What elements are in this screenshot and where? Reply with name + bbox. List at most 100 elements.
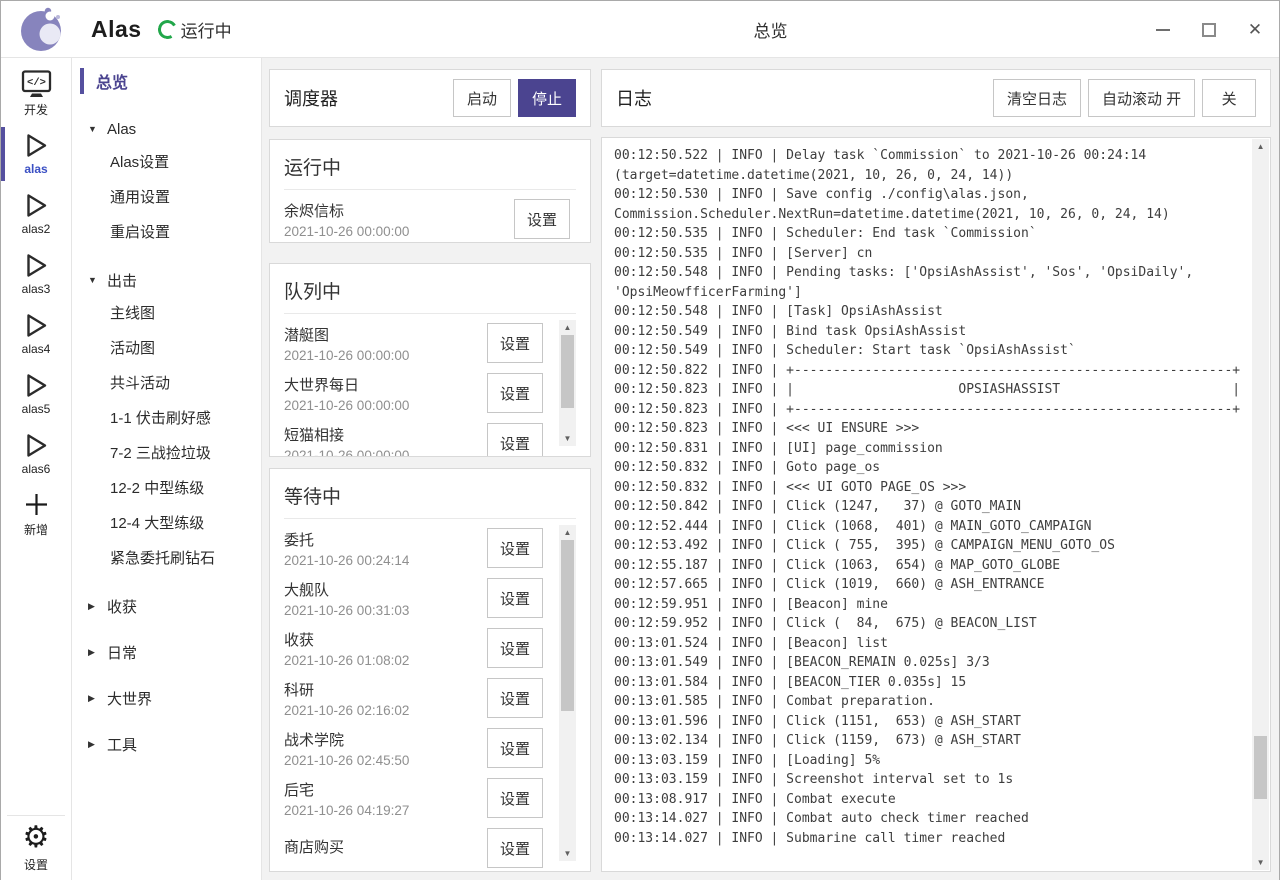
menu-item-7[interactable]: 活动图 [72, 330, 261, 365]
start-button[interactable]: 启动 [453, 79, 511, 117]
waiting-scrollbar[interactable]: ▲ ▼ [559, 525, 576, 861]
scheduler-title: 调度器 [284, 85, 453, 111]
scrollbar-thumb[interactable] [561, 335, 574, 408]
play-icon [24, 252, 49, 279]
task-row: 后宅2021-10-26 04:19:27设置 [284, 773, 543, 823]
scheduler-column: 调度器 启动 停止 运行中 余烬信标2021-10-26 00:00:00设置 … [269, 69, 591, 872]
task-row: 大舰队2021-10-26 00:31:03设置 [284, 573, 543, 623]
clear-log-button[interactable]: 清空日志 [993, 79, 1081, 117]
play-icon [24, 372, 49, 399]
instance-label: alas6 [22, 462, 51, 476]
task-setting-button[interactable]: 设置 [487, 778, 543, 818]
task-name: 科研 [284, 679, 487, 700]
menu-item-9[interactable]: 1-1 伏击刷好感 [72, 400, 261, 435]
menu-item-15[interactable]: ▶日常 [72, 637, 261, 667]
task-setting-button[interactable]: 设置 [487, 628, 543, 668]
instance-list: </> 开发 alas alas2 alas3alas4alas5 alas6 新增 [1, 64, 71, 544]
scroll-down-icon[interactable]: ▼ [559, 846, 576, 861]
menu-item-14[interactable]: ▶收获 [72, 591, 261, 621]
task-next-run-time: 2021-10-26 00:24:14 [284, 553, 487, 568]
menu-item-1[interactable]: ▼Alas [72, 114, 261, 144]
scroll-down-icon[interactable]: ▼ [1252, 855, 1269, 870]
autoscroll-on-button[interactable]: 自动滚动 开 [1088, 79, 1195, 117]
instance-item-2[interactable]: alas2 [1, 184, 71, 244]
instance-item-3[interactable]: alas3 [1, 244, 71, 304]
task-setting-button[interactable]: 设置 [514, 199, 570, 239]
task-setting-button[interactable]: 设置 [487, 828, 543, 868]
task-next-run-time: 2021-10-26 04:19:27 [284, 803, 487, 818]
instance-item-0[interactable]: </> 开发 [1, 64, 71, 124]
instance-item-6[interactable]: alas6 [1, 424, 71, 484]
menu-item-label: 12-4 大型练级 [110, 512, 204, 533]
task-name: 大舰队 [284, 579, 487, 600]
menu-item-label: 通用设置 [110, 186, 170, 207]
autoscroll-off-button[interactable]: 关 [1202, 79, 1256, 117]
menu-item-label: 7-2 三战捡垃圾 [110, 442, 211, 463]
pending-task-list: 潜艇图2021-10-26 00:00:00设置大世界每日2021-10-26 … [284, 318, 553, 456]
scrollbar-thumb[interactable] [561, 540, 574, 711]
waiting-card: 等待中 委托2021-10-26 00:24:14设置大舰队2021-10-26… [269, 468, 591, 872]
menu-item-2[interactable]: Alas设置 [72, 144, 261, 179]
instance-label: alas2 [22, 222, 51, 236]
task-setting-button[interactable]: 设置 [487, 528, 543, 568]
task-next-run-time: 2021-10-26 00:00:00 [284, 348, 487, 363]
task-name: 收获 [284, 629, 487, 650]
task-name: 潜艇图 [284, 324, 487, 345]
log-viewport[interactable]: 00:12:50.522 | INFO | Delay task `Commis… [601, 137, 1271, 872]
stop-button[interactable]: 停止 [518, 79, 576, 117]
scroll-up-icon[interactable]: ▲ [559, 320, 576, 335]
menu-item-label: 主线图 [110, 302, 155, 323]
settings-button[interactable]: ⚙ 设置 [1, 816, 71, 880]
task-setting-button[interactable]: 设置 [487, 423, 543, 456]
chevron-collapsed-icon: ▶ [88, 647, 98, 658]
menu-item-17[interactable]: ▶工具 [72, 729, 261, 759]
menu-item-label: 重启设置 [110, 221, 170, 242]
task-setting-button[interactable]: 设置 [487, 578, 543, 618]
instance-item-7[interactable]: 新增 [1, 484, 71, 544]
app-header: Alas 运行中 总览 ✕ [1, 1, 1279, 58]
running-spinner-icon [155, 17, 178, 40]
chevron-expanded-icon: ▼ [88, 275, 98, 285]
menu-item-6[interactable]: 主线图 [72, 295, 261, 330]
task-next-run-time: 2021-10-26 00:00:00 [284, 224, 514, 239]
menu-item-label: 出击 [107, 270, 137, 291]
task-setting-button[interactable]: 设置 [487, 728, 543, 768]
instance-item-5[interactable]: alas5 [1, 364, 71, 424]
task-row: 商店购买设置 [284, 823, 543, 871]
task-row: 余烬信标2021-10-26 00:00:00设置 [284, 194, 570, 242]
menu-item-10[interactable]: 7-2 三战捡垃圾 [72, 435, 261, 470]
gear-icon: ⚙ [23, 823, 50, 853]
scrollbar-thumb[interactable] [1254, 736, 1267, 799]
instance-item-1[interactable]: alas [1, 124, 71, 184]
task-setting-button[interactable]: 设置 [487, 678, 543, 718]
menu-item-11[interactable]: 12-2 中型练级 [72, 470, 261, 505]
play-icon [24, 192, 49, 219]
log-text: 00:12:50.522 | INFO | Delay task `Commis… [602, 138, 1270, 871]
close-button[interactable]: ✕ [1245, 20, 1265, 40]
task-setting-button[interactable]: 设置 [487, 323, 543, 363]
menu-sidebar: 总览 ▼AlasAlas设置通用设置重启设置 ▼ 出击主线图活动图共斗活动1-1 伏击… [72, 58, 262, 880]
instance-item-4[interactable]: alas4 [1, 304, 71, 364]
pending-card-title: 队列中 [270, 264, 590, 313]
settings-label: 设置 [24, 856, 48, 873]
scroll-down-icon[interactable]: ▼ [559, 431, 576, 446]
svg-text:</>: </> [27, 77, 46, 89]
waiting-task-list: 委托2021-10-26 00:24:14设置大舰队2021-10-26 00:… [284, 523, 553, 871]
pending-scrollbar[interactable]: ▲ ▼ [559, 320, 576, 446]
menu-item-8[interactable]: 共斗活动 [72, 365, 261, 400]
menu-item-0[interactable]: 总览 [72, 64, 261, 98]
menu-item-16[interactable]: ▶大世界 [72, 683, 261, 713]
scroll-up-icon[interactable]: ▲ [1252, 139, 1269, 154]
close-icon: ✕ [1248, 21, 1262, 38]
menu-item-3[interactable]: 通用设置 [72, 179, 261, 214]
menu-item-13[interactable]: 紧急委托刷钻石 [72, 540, 261, 575]
menu-item-12[interactable]: 12-4 大型练级 [72, 505, 261, 540]
log-scrollbar[interactable]: ▲ ▼ [1252, 139, 1269, 870]
task-setting-button[interactable]: 设置 [487, 373, 543, 413]
menu-item-4[interactable]: 重启设置 [72, 214, 261, 249]
maximize-button[interactable] [1199, 20, 1219, 40]
menu-item-5[interactable]: ▼ 出击 [72, 265, 261, 295]
instance-label: 开发 [24, 101, 48, 118]
scroll-up-icon[interactable]: ▲ [559, 525, 576, 540]
minimize-button[interactable] [1153, 20, 1173, 40]
